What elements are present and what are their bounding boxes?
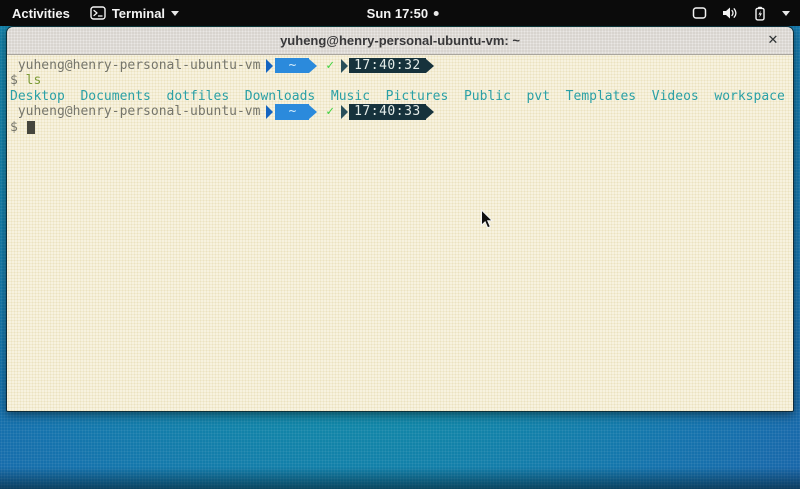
window-titlebar[interactable]: yuheng@henry-personal-ubuntu-vm: ~ ✕ xyxy=(7,27,793,55)
prompt-time: 17:40:32 xyxy=(349,58,426,73)
powerline-arrow-icon xyxy=(341,105,348,119)
prompt-line-2: yuheng@henry-personal-ubuntu-vm ~ ✓ 17:4… xyxy=(10,104,791,119)
directory-name: pvt xyxy=(527,89,550,104)
powerline-arrow-icon xyxy=(309,59,317,73)
powerline-arrow-icon xyxy=(266,105,273,119)
powerline-arrow-icon xyxy=(309,105,317,119)
clock-menu[interactable]: Sun 17:50 xyxy=(367,0,439,26)
status-check-icon: ✓ xyxy=(326,104,334,119)
powerline-arrow-icon xyxy=(426,59,434,73)
directory-name: Downloads xyxy=(245,89,315,104)
prompt-time: 17:40:33 xyxy=(349,104,426,119)
chevron-down-icon xyxy=(171,11,179,16)
notification-dot-icon xyxy=(434,11,439,16)
text-cursor xyxy=(27,121,35,134)
prompt-user-host: yuheng@henry-personal-ubuntu-vm xyxy=(10,58,260,73)
terminal-content[interactable]: yuheng@henry-personal-ubuntu-vm ~ ✓ 17:4… xyxy=(7,55,793,411)
prompt-cwd: ~ xyxy=(275,58,309,73)
prompt-cwd: ~ xyxy=(275,104,309,119)
system-menu-chevron-icon xyxy=(782,11,790,16)
powerline-arrow-icon xyxy=(341,59,348,73)
powerline-arrow-icon xyxy=(266,59,273,73)
directory-name: Templates xyxy=(566,89,636,104)
directory-name: Pictures xyxy=(386,89,449,104)
shell-prompt-symbol: $ xyxy=(10,120,26,135)
directory-name: Desktop xyxy=(10,89,65,104)
prompt-line-1: yuheng@henry-personal-ubuntu-vm ~ ✓ 17:4… xyxy=(10,58,791,73)
directory-name: Music xyxy=(331,89,370,104)
ls-output-line: Desktop Documents dotfiles Downloads Mus… xyxy=(10,89,791,104)
wallpaper-bottom-shade xyxy=(0,467,800,489)
terminal-window: yuheng@henry-personal-ubuntu-vm: ~ ✕ yuh… xyxy=(6,26,794,412)
directory-name: Documents xyxy=(80,89,150,104)
powerline-time-segment: 17:40:33 xyxy=(341,104,434,119)
powerline-time-segment: 17:40:32 xyxy=(341,58,434,73)
clock-label: Sun 17:50 xyxy=(367,6,428,21)
app-menu-label: Terminal xyxy=(112,6,165,21)
command-text: ls xyxy=(26,73,42,88)
directory-name: Public xyxy=(464,89,511,104)
app-menu-terminal[interactable]: Terminal xyxy=(90,6,179,21)
network-wired-icon xyxy=(692,6,707,20)
system-status-area[interactable] xyxy=(692,0,800,26)
directory-name: Videos xyxy=(652,89,699,104)
gnome-top-bar: Activities Terminal Sun 17:50 xyxy=(0,0,800,26)
terminal-icon xyxy=(90,6,106,20)
shell-prompt-symbol: $ xyxy=(10,73,26,88)
close-icon[interactable]: ✕ xyxy=(764,32,782,50)
input-line[interactable]: $ xyxy=(10,120,791,135)
directory-name: dotfiles xyxy=(167,89,230,104)
powerline-cwd-segment: ~ xyxy=(260,104,317,119)
directory-name: workspace xyxy=(714,89,784,104)
powerline-arrow-icon xyxy=(426,105,434,119)
powerline-cwd-segment: ~ xyxy=(260,58,317,73)
prompt-user-host: yuheng@henry-personal-ubuntu-vm xyxy=(10,104,260,119)
volume-high-icon xyxy=(722,6,738,20)
command-line: $ ls xyxy=(10,73,791,88)
activities-button[interactable]: Activities xyxy=(12,6,70,21)
window-title: yuheng@henry-personal-ubuntu-vm: ~ xyxy=(280,33,520,48)
status-check-icon: ✓ xyxy=(326,58,334,73)
battery-charging-icon xyxy=(753,6,767,21)
